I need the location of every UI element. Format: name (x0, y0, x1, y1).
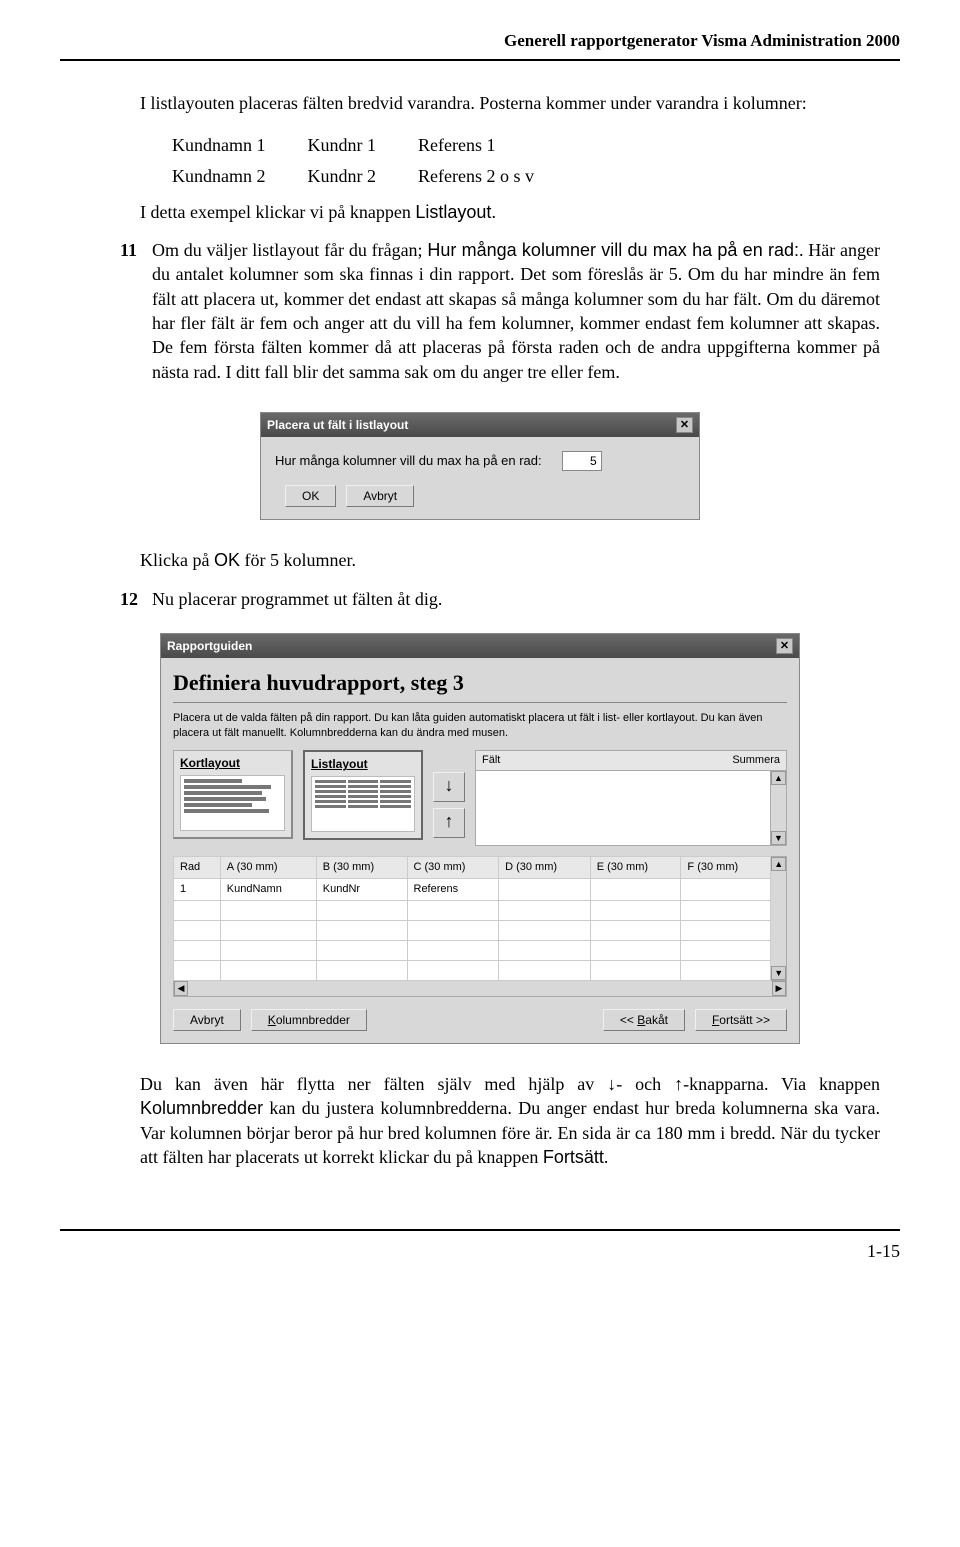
scroll-down-icon[interactable]: ▼ (771, 966, 786, 980)
ok-label: OK (214, 550, 240, 570)
kolumnbredder-button[interactable]: Kolumnbredder (251, 1009, 367, 1031)
kortlayout-label: Kortlayout (180, 755, 285, 771)
cell: Referens 2 o s v (418, 162, 574, 190)
scroll-up-icon[interactable]: ▲ (771, 771, 786, 785)
intro-line2: I detta exempel klickar vi på knappen Li… (140, 200, 880, 224)
columns-grid[interactable]: Rad A (30 mm) B (30 mm) C (30 mm) D (30 … (173, 856, 771, 981)
text: . (604, 1147, 609, 1167)
text: I detta exempel klickar vi på knappen (140, 202, 415, 222)
prompt-label: Hur många kolumner vill du max ha på en … (275, 452, 542, 470)
step-description: Placera ut de valda fälten på din rappor… (173, 711, 787, 741)
cell: Referens 1 (418, 131, 574, 159)
page-header: Generell rapportgenerator Visma Administ… (60, 30, 900, 53)
scroll-down-icon[interactable]: ▼ (771, 831, 786, 845)
col-header: A (30 mm) (220, 857, 316, 879)
dialog-title: Placera ut fält i listlayout (267, 417, 408, 433)
listlayout-label: Listlayout (415, 202, 491, 222)
text: Du kan även här flytta ner fälten själv … (140, 1074, 880, 1094)
footer-rule (60, 1229, 900, 1231)
fortsatt-button[interactable]: Fortsätt >> (695, 1009, 787, 1031)
col-header: D (30 mm) (499, 857, 591, 879)
scroll-right-icon[interactable]: ▶ (772, 981, 786, 996)
table-row[interactable] (174, 920, 771, 940)
text: . Här anger du antalet kolumner som ska … (152, 240, 880, 381)
v-scrollbar[interactable]: ▲▼ (771, 856, 787, 981)
arrow-up-button[interactable]: ↑ (433, 808, 465, 838)
listlayout-label: Listlayout (311, 756, 415, 772)
cell[interactable]: KundNr (316, 879, 407, 901)
separator (173, 702, 787, 703)
dialog-listlayout-columns: Placera ut fält i listlayout ✕ Hur många… (260, 412, 700, 520)
falt-header: Fält (482, 753, 732, 768)
dialog-title: Rapportguiden (167, 638, 252, 654)
example-table: Kundnamn 1 Kundnr 1 Referens 1 Kundnamn … (170, 129, 576, 192)
kortlayout-preview (180, 775, 285, 831)
tail-paragraph: Du kan även här flytta ner fälten själv … (140, 1072, 880, 1169)
kortlayout-option[interactable]: Kortlayout (173, 750, 293, 838)
fortsatt-label: Fortsätt (543, 1147, 604, 1167)
falt-listbox[interactable]: ▲▼ (475, 770, 787, 846)
header-rule (60, 59, 900, 61)
dialog-titlebar: Rapportguiden ✕ (161, 634, 799, 658)
avbryt-button[interactable]: Avbryt (173, 1009, 241, 1031)
listlayout-option[interactable]: Listlayout (303, 750, 423, 839)
scrollbar[interactable]: ▲▼ (770, 771, 786, 845)
step-number: 12 (120, 587, 142, 611)
step-text: Om du väljer listlayout får du frågan; H… (152, 238, 880, 384)
cell[interactable] (499, 879, 591, 901)
table-row[interactable] (174, 960, 771, 980)
table-row[interactable] (174, 900, 771, 920)
col-header: E (30 mm) (590, 857, 681, 879)
cell: Kundnamn 2 (172, 162, 306, 190)
step-text: Nu placerar programmet ut fälten åt dig. (152, 587, 880, 611)
dialog-titlebar: Placera ut fält i listlayout ✕ (261, 413, 699, 437)
cell: Kundnamn 1 (172, 131, 306, 159)
prompt-quote: Hur många kolumner vill du max ha på en … (427, 240, 799, 260)
summera-header: Summera (732, 753, 780, 768)
cell: Kundnr 2 (308, 162, 417, 190)
bakat-button[interactable]: << Bakåt (603, 1009, 685, 1031)
step-number: 11 (120, 238, 142, 384)
intro-paragraph: I listlayouten placeras fälten bredvid v… (140, 91, 880, 115)
dialog-rapportguiden: Rapportguiden ✕ Definiera huvudrapport, … (160, 633, 800, 1044)
text: . (491, 202, 496, 222)
col-header: B (30 mm) (316, 857, 407, 879)
kolumnbredder-label: Kolumnbredder (140, 1098, 263, 1118)
h-scrollbar[interactable]: ◀▶ (173, 981, 787, 997)
cell[interactable] (681, 879, 771, 901)
col-header: Rad (174, 857, 221, 879)
text: Klicka på (140, 550, 214, 570)
cancel-button[interactable]: Avbryt (346, 485, 414, 507)
cell[interactable]: KundNamn (220, 879, 316, 901)
close-icon[interactable]: ✕ (776, 638, 793, 654)
arrow-down-button[interactable]: ↓ (433, 772, 465, 802)
close-icon[interactable]: ✕ (676, 417, 693, 433)
scroll-up-icon[interactable]: ▲ (771, 857, 786, 871)
text: för 5 kolumner. (240, 550, 356, 570)
page-number: 1-15 (60, 1239, 900, 1263)
after-dialog1-text: Klicka på OK för 5 kolumner. (140, 548, 880, 572)
step-title: Definiera huvudrapport, steg 3 (173, 668, 787, 698)
table-row[interactable]: 1 KundNamn KundNr Referens (174, 879, 771, 901)
listlayout-preview (311, 776, 415, 832)
scroll-left-icon[interactable]: ◀ (174, 981, 188, 996)
columns-input[interactable] (562, 451, 602, 471)
ok-button[interactable]: OK (285, 485, 336, 507)
cell: Kundnr 1 (308, 131, 417, 159)
step-12: 12 Nu placerar programmet ut fälten åt d… (120, 587, 880, 611)
cell[interactable] (590, 879, 681, 901)
cell[interactable]: Referens (407, 879, 499, 901)
table-row[interactable] (174, 940, 771, 960)
cell[interactable]: 1 (174, 879, 221, 901)
col-header: C (30 mm) (407, 857, 499, 879)
text: Om du väljer listlayout får du frågan; (152, 240, 427, 260)
step-11: 11 Om du väljer listlayout får du frågan… (120, 238, 880, 384)
col-header: F (30 mm) (681, 857, 771, 879)
